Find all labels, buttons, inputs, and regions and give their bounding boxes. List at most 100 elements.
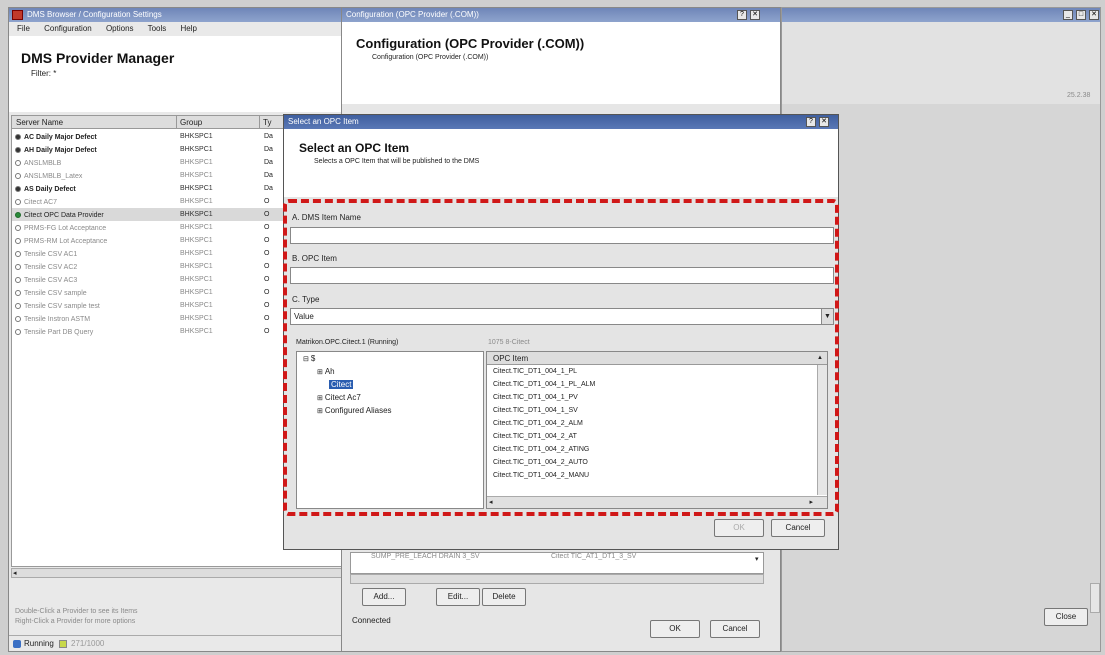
provider-status-icon [15, 315, 21, 322]
provider-type: O [264, 250, 270, 257]
opc-item-row[interactable]: Citect.TIC_DT1_004_1_PV [487, 391, 827, 404]
hscroll-left-icon[interactable]: ◂ [489, 498, 493, 506]
config-item-list[interactable]: SUMP_PRE_LEACH DRAIN 3_SV Citect TIC_AT1… [350, 552, 764, 574]
close-icon[interactable]: ✕ [750, 10, 760, 20]
config-hscroll[interactable] [350, 574, 764, 584]
provider-name: ANSLMBLB_Latex [24, 173, 83, 180]
dialog-ok-button[interactable]: OK [714, 519, 764, 537]
horizontal-scrollbar[interactable]: ◂ [11, 568, 343, 578]
config-title: Configuration (OPC Provider (.COM)) [346, 10, 479, 19]
close-button[interactable]: Close [1044, 608, 1088, 626]
column-group[interactable]: Group [176, 116, 202, 129]
provider-group: BHKSPC1 [180, 315, 213, 322]
connected-label: Connected [352, 616, 391, 625]
minimize-icon[interactable]: _ [1063, 10, 1073, 20]
column-type[interactable]: Ty [259, 116, 271, 129]
status-indicator-icon [59, 640, 67, 648]
config-row-1: SUMP_PRE_LEACH DRAIN 3_SV [371, 553, 480, 560]
opc-item-row[interactable]: Citect.TIC_DT1_004_2_ALM [487, 417, 827, 430]
server-label: Matrikon.OPC.Citect.1 (Running) [296, 339, 399, 346]
opc-item-row[interactable]: Citect.TIC_DT1_004_2_AUTO [487, 456, 827, 469]
provider-name: Tensile CSV sample test [24, 303, 100, 310]
config-cancel-button[interactable]: Cancel [710, 620, 760, 638]
provider-group: BHKSPC1 [180, 224, 213, 231]
config-subheading: Configuration (OPC Provider (.COM)) [372, 54, 489, 61]
type-select[interactable]: Value ▼ [290, 308, 834, 325]
item-list-vscroll[interactable] [817, 365, 827, 495]
dialog-help-icon[interactable]: ? [806, 117, 816, 127]
tree-node-aliases[interactable]: ⊞ Configured Aliases [297, 404, 483, 417]
menu-help[interactable]: Help [181, 24, 197, 33]
provider-type: O [264, 237, 270, 244]
tree-node-citect-ac7[interactable]: ⊞ Citect Ac7 [297, 391, 483, 404]
scroll-left-icon[interactable]: ◂ [13, 569, 17, 577]
app-icon [12, 10, 23, 20]
tree-node-citect[interactable]: Citect [297, 378, 483, 391]
dialog-title: Select an OPC Item [288, 117, 359, 126]
collapse-icon[interactable]: ⊟ [303, 356, 311, 363]
main-title: DMS Browser / Configuration Settings [27, 10, 162, 19]
status-count: 271/1000 [71, 639, 105, 648]
opc-item-row[interactable]: Citect.TIC_DT1_004_2_MANU [487, 469, 827, 482]
tree-root[interactable]: ⊟ $ [297, 352, 483, 365]
path-label: 1075 8-Citect [488, 339, 530, 346]
expand-icon[interactable]: ⊞ [317, 369, 325, 376]
provider-group: BHKSPC1 [180, 289, 213, 296]
provider-name: Citect OPC Data Provider [24, 212, 104, 219]
opc-item-row[interactable]: Citect.TIC_DT1_004_1_SV [487, 404, 827, 417]
expand-icon[interactable]: ⊞ [317, 408, 325, 415]
provider-group: BHKSPC1 [180, 276, 213, 283]
config-scroll-down-icon[interactable]: ▾ [755, 555, 759, 563]
opc-item-input[interactable] [290, 267, 834, 284]
menu-configuration[interactable]: Configuration [44, 24, 92, 33]
edit-button[interactable]: Edit... [436, 588, 480, 606]
delete-button[interactable]: Delete [482, 588, 526, 606]
dialog-titlebar: Select an OPC Item ? ✕ [284, 115, 838, 129]
provider-type: O [264, 315, 270, 322]
provider-status-icon [15, 263, 21, 270]
provider-name: PRMS-RM Lot Acceptance [24, 238, 108, 245]
status-bar: Running 271/1000 [9, 635, 343, 651]
tree-node-ah[interactable]: ⊞ Ah [297, 365, 483, 378]
dropdown-arrow-icon[interactable]: ▼ [821, 309, 833, 324]
hint-text-2: Right-Click a Provider for more options [15, 618, 136, 625]
column-server-name[interactable]: Server Name [16, 116, 63, 129]
config-row-2: Citect TIC_AT1_DT1_3_SV [551, 553, 637, 560]
opc-tree[interactable]: ⊟ $ ⊞ Ah Citect ⊞ Citect Ac7 ⊞ Configure… [296, 351, 484, 509]
provider-type: O [264, 211, 270, 218]
opc-item-row[interactable]: Citect.TIC_DT1_004_1_PL_ALM [487, 378, 827, 391]
menu-file[interactable]: File [17, 24, 30, 33]
right-close-icon[interactable]: ✕ [1089, 10, 1099, 20]
menu-options[interactable]: Options [106, 24, 134, 33]
config-heading: Configuration (OPC Provider (.COM)) [356, 36, 585, 51]
dialog-cancel-button[interactable]: Cancel [771, 519, 825, 537]
label-opc-item: B. OPC Item [292, 254, 337, 263]
maximize-icon[interactable]: □ [1076, 10, 1086, 20]
config-ok-button[interactable]: OK [650, 620, 700, 638]
provider-status-icon [15, 198, 21, 205]
header-panel: DMS Provider Manager Filter: * [9, 36, 343, 112]
dms-item-name-input[interactable] [290, 227, 834, 244]
provider-type: O [264, 276, 270, 283]
provider-type: Da [264, 133, 273, 140]
opc-item-list[interactable]: OPC Item ▲ Citect.TIC_DT1_004_1_PL Citect… [486, 351, 828, 509]
item-list-hscroll[interactable]: ◂ ▸ [487, 496, 827, 508]
opc-item-list-header[interactable]: OPC Item ▲ [487, 352, 827, 365]
hscroll-right-icon[interactable]: ▸ [809, 498, 813, 506]
dialog-close-icon[interactable]: ✕ [819, 117, 829, 127]
opc-item-row[interactable]: Citect.TIC_DT1_004_2_AT [487, 430, 827, 443]
right-scrollbar[interactable] [1090, 583, 1100, 613]
help-icon[interactable]: ? [737, 10, 747, 20]
provider-type: Da [264, 172, 273, 179]
menu-tools[interactable]: Tools [148, 24, 167, 33]
add-button[interactable]: Add... [362, 588, 406, 606]
provider-name: AH Daily Major Defect [24, 147, 97, 154]
main-titlebar: DMS Browser / Configuration Settings [9, 8, 343, 22]
sort-icon[interactable]: ▲ [817, 352, 823, 365]
opc-item-row[interactable]: Citect.TIC_DT1_004_1_PL [487, 365, 827, 378]
provider-type: O [264, 328, 270, 335]
provider-status-icon [15, 289, 21, 296]
provider-status-icon [15, 146, 21, 153]
expand-icon[interactable]: ⊞ [317, 395, 325, 402]
opc-item-row[interactable]: Citect.TIC_DT1_004_2_ATING [487, 443, 827, 456]
